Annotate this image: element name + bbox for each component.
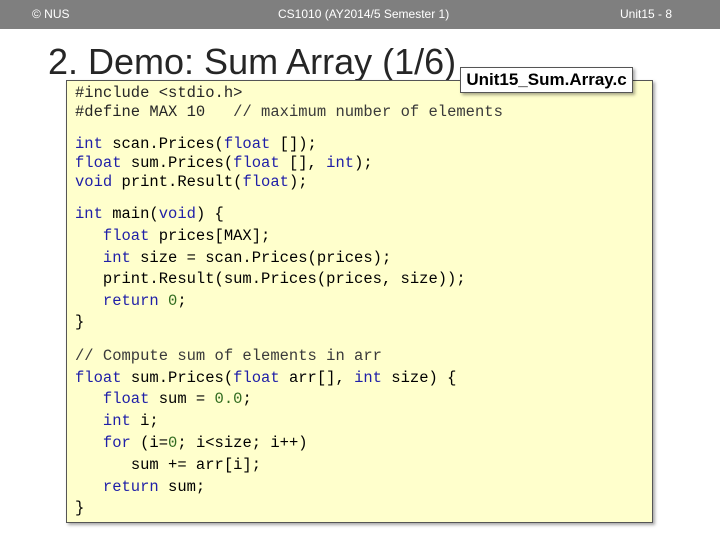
code-line-comment: // Compute sum of elements in arr xyxy=(75,347,382,365)
copyright-label: © NUS xyxy=(32,7,70,21)
code-line-main-2: int size = scan.Prices(prices); xyxy=(102,249,392,267)
code-line-proto-scan: int scan.Prices(float []); xyxy=(75,135,317,153)
code-line-define: #define MAX 10 // maximum number of elem… xyxy=(75,103,503,121)
code-line-main: int main(void) { xyxy=(75,205,224,223)
slide-header-bar: © NUS CS1010 (AY2014/5 Semester 1) Unit1… xyxy=(0,0,720,29)
code-line-proto-print: void print.Result(float); xyxy=(75,173,308,191)
code-line-func-close: } xyxy=(75,499,85,517)
code-line-main-4: return 0; xyxy=(102,292,187,310)
course-label: CS1010 (AY2014/5 Semester 1) xyxy=(278,7,450,21)
code-line-func: float sum.Prices(float arr[], int size) … xyxy=(75,369,457,387)
filename-label: Unit15_Sum.Array.c xyxy=(460,67,633,93)
code-line-func-1: float sum = 0.0; xyxy=(102,390,252,408)
code-line-include: #include <stdio.h> xyxy=(75,84,243,102)
code-line-proto-sum: float sum.Prices(float [], int); xyxy=(75,154,373,172)
slide-title: 2. Demo: Sum Array (1/6) xyxy=(48,41,457,82)
code-line-func-3: for (i=0; i<size; i++) xyxy=(102,434,308,452)
code-line-func-4: sum += arr[i]; xyxy=(130,456,262,474)
slide-number: Unit15 - 8 xyxy=(620,7,673,21)
code-line-main-1: float prices[MAX]; xyxy=(102,227,271,245)
code-line-func-5: return sum; xyxy=(102,478,206,496)
code-line-func-2: int i; xyxy=(102,412,159,430)
code-line-main-close: } xyxy=(75,313,85,331)
code-line-main-3: print.Result(sum.Prices(prices, size)); xyxy=(102,270,466,288)
